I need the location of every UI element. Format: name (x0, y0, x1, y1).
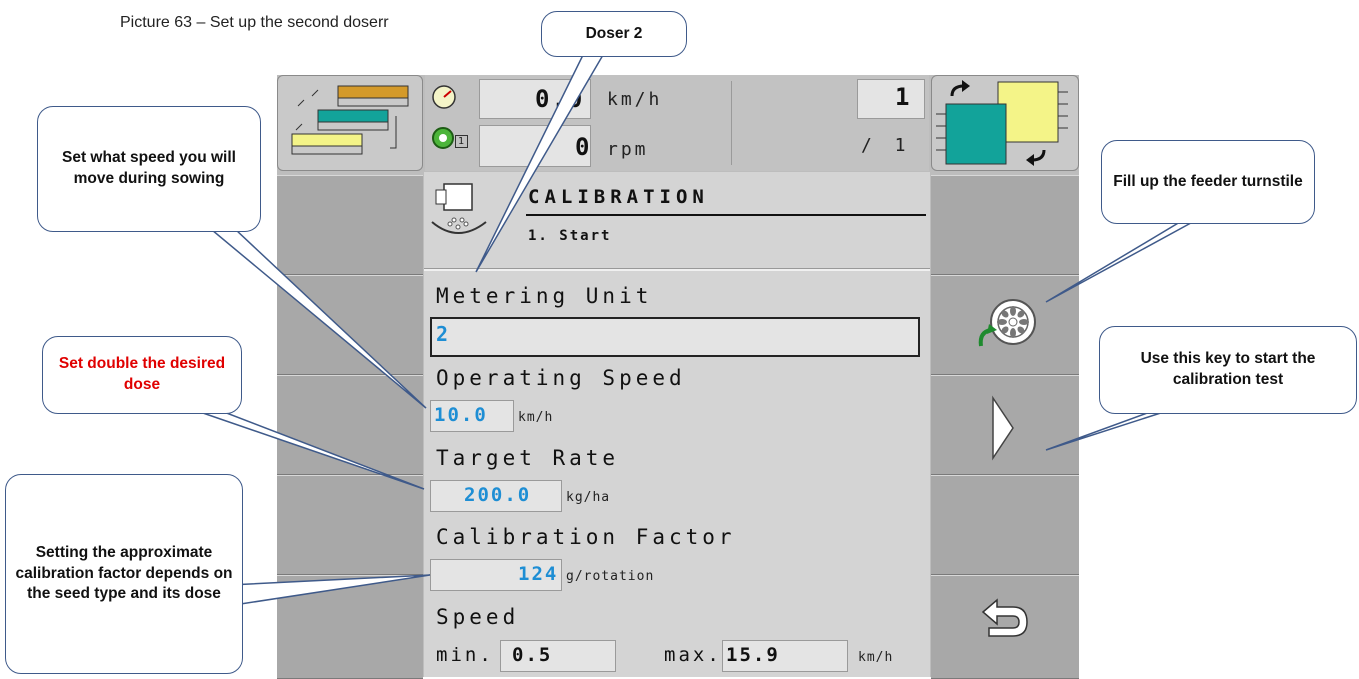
calibration-factor-label: Calibration Factor (436, 525, 736, 549)
operating-speed-unit: km/h (518, 410, 554, 425)
section-map-left[interactable] (277, 75, 423, 171)
operating-speed-value: 10.0 (434, 404, 488, 426)
seeder-sections-icon (291, 85, 409, 155)
speed-unit: km/h (607, 89, 663, 110)
min-label: min. (436, 644, 494, 666)
max-speed-value: 15.9 (726, 644, 780, 666)
calibration-panel: CALIBRATION 1. Start Metering Unit 2 Ope… (424, 172, 930, 677)
index-bottom: / 1 (861, 135, 912, 156)
target-rate-label: Target Rate (436, 446, 620, 470)
left-softkey-5[interactable] (277, 575, 423, 679)
right-softkey-4[interactable] (931, 475, 1079, 575)
rpm-value: 0 (575, 133, 592, 161)
section-switch-icon (936, 80, 1068, 166)
metering-unit-value: 2 (436, 322, 451, 346)
max-speed-unit: km/h (858, 650, 894, 665)
terminal-screen: 0.0 km/h 1 0 rpm 1 / 1 CALIBRATION 1. St… (277, 75, 1079, 679)
target-rate-value: 200.0 (464, 484, 532, 506)
page-title: CALIBRATION (528, 186, 709, 208)
left-softkey-3[interactable] (277, 375, 423, 475)
left-softkey-2[interactable] (277, 275, 423, 375)
sensor-index: 1 (455, 135, 469, 148)
speed-value: 0.0 (535, 85, 585, 113)
target-rate-unit: kg/ha (566, 490, 611, 505)
start-calibration-button[interactable] (931, 375, 1079, 475)
speedometer-icon (432, 85, 456, 109)
callout-start: Use this key to start the calibration te… (1099, 326, 1357, 414)
section-map-right[interactable] (931, 75, 1079, 171)
calibration-factor-value: 124 (518, 563, 559, 585)
callout-feeder: Fill up the feeder turnstile (1101, 140, 1315, 224)
header-separator (424, 268, 930, 271)
right-softkey-1[interactable] (931, 175, 1079, 275)
status-header: 0.0 km/h 1 0 rpm 1 / 1 (425, 75, 929, 171)
speed-range-label: Speed (436, 605, 520, 629)
left-softkey-1[interactable] (277, 175, 423, 275)
operating-speed-label: Operating Speed (436, 366, 686, 390)
left-softkey-4[interactable] (277, 475, 423, 575)
header-divider (731, 81, 732, 165)
metering-unit-label: Metering Unit (436, 284, 653, 308)
max-label: max. (664, 644, 722, 666)
back-arrow-icon (981, 598, 1028, 637)
callout-dose: Set double the desired dose (42, 336, 242, 414)
min-speed-value: 0.5 (512, 644, 553, 666)
callout-speed: Set what speed you will move during sowi… (37, 106, 261, 232)
calibration-factor-unit: g/rotation (566, 569, 655, 584)
metering-unit-input[interactable] (430, 317, 920, 357)
fill-feeder-button[interactable] (931, 275, 1079, 375)
callout-factor: Setting the approximate calibration fact… (5, 474, 243, 674)
feeder-turnstile-icon (978, 299, 1036, 347)
figure-caption: Picture 63 – Set up the second doserr (120, 14, 389, 31)
chevron-right-icon (992, 395, 1014, 461)
title-divider (526, 214, 926, 216)
rpm-unit: rpm (607, 139, 649, 160)
step-label: 1. Start (528, 228, 612, 244)
back-button[interactable] (931, 575, 1079, 679)
metering-unit-icon (431, 183, 487, 234)
index-field (857, 79, 925, 119)
index-top: 1 (895, 83, 912, 111)
callout-doser: Doser 2 (541, 11, 687, 57)
